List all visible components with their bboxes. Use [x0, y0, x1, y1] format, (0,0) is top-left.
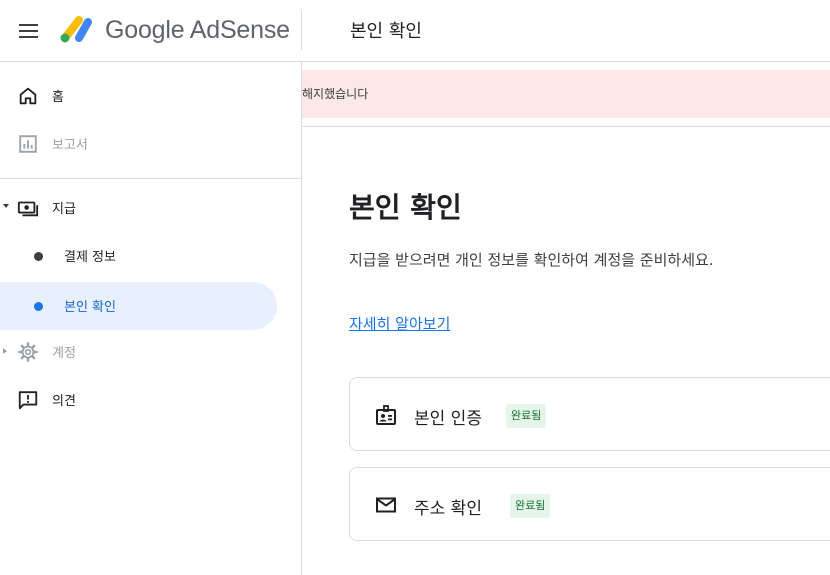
sidebar-divider [0, 178, 301, 179]
menu-button[interactable] [10, 12, 48, 50]
alert-banner-text: 해지했습니다 [302, 87, 369, 101]
sidebar-item-payment-info[interactable]: 결제 정보 [0, 232, 277, 280]
sidebar-item-label: 본인 확인 [64, 300, 116, 315]
alert-banner: 해지했습니다 [302, 70, 830, 118]
sidebar-item-home[interactable]: 홈 [0, 72, 277, 120]
gear-icon [18, 342, 38, 362]
sidebar-item-reports[interactable]: 보고서 [0, 120, 277, 168]
sidebar-item-label: 홈 [52, 90, 64, 105]
brand-name: Google AdSense [105, 16, 290, 44]
chevron-down-icon [3, 204, 9, 208]
page-description: 지급을 받으려면 개인 정보를 확인하여 계정을 준비하세요. [349, 251, 714, 269]
payments-icon [17, 201, 39, 217]
mail-icon [376, 497, 396, 513]
card-title: 주소 확인 [414, 499, 482, 519]
identity-verification-card[interactable]: 본인 인증 완료됨 [349, 377, 830, 451]
sidebar-item-feedback[interactable]: 의견 [0, 376, 277, 424]
header-divider [301, 10, 302, 50]
bullet-dot-icon [34, 302, 43, 311]
sidebar-item-label: 결제 정보 [64, 250, 116, 265]
menu-icon-line [19, 36, 38, 38]
menu-icon-line [19, 24, 38, 26]
page-title: 본인 확인 [349, 191, 462, 224]
sidebar-item-account[interactable]: 계정 [0, 328, 277, 376]
home-icon [19, 87, 37, 105]
status-badge: 완료됨 [510, 494, 551, 518]
header-page-title: 본인 확인 [350, 21, 422, 42]
sidebar-item-label: 보고서 [52, 138, 88, 153]
menu-icon-line [19, 30, 38, 32]
address-verification-card[interactable]: 주소 확인 완료됨 [349, 467, 830, 541]
learn-more-link[interactable]: 자세히 알아보기 [349, 313, 450, 334]
feedback-icon [18, 391, 38, 410]
bullet-dot-icon [34, 252, 43, 261]
sidebar-item-identity-verification[interactable]: 본인 확인 [0, 282, 277, 330]
sidebar-item-payments[interactable]: 지급 [0, 184, 277, 232]
content-divider [302, 126, 830, 127]
sidebar-item-label: 지급 [52, 202, 76, 217]
adsense-logo-icon [60, 16, 92, 43]
sidebar-item-label: 의견 [52, 394, 76, 409]
chevron-right-icon [3, 348, 7, 354]
status-badge: 완료됨 [506, 404, 547, 428]
card-title: 본인 인증 [414, 409, 482, 429]
top-app-bar: Google AdSense 본인 확인 [0, 0, 830, 62]
sidebar: 홈 보고서 지급 결제 정보 본인 확인 계정 의견 [0, 62, 302, 575]
sidebar-item-label: 계정 [52, 346, 76, 361]
bar-chart-icon [19, 135, 37, 153]
id-badge-icon [376, 405, 396, 425]
